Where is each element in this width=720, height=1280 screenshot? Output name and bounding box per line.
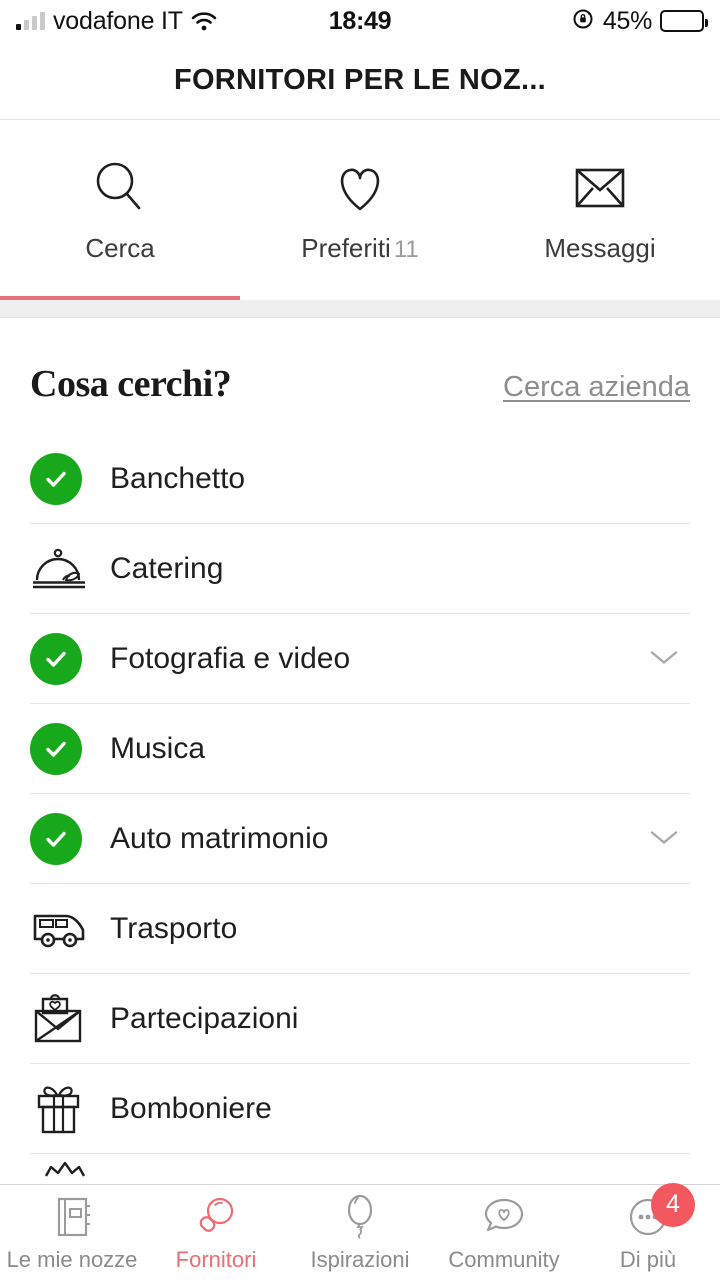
category-row-catering[interactable]: Catering [30, 524, 690, 614]
category-label: Catering [110, 551, 224, 585]
nav-item-community[interactable]: Community [432, 1185, 576, 1280]
tab-preferiti[interactable]: Preferiti 11 [240, 120, 480, 300]
category-label: Trasporto [110, 911, 238, 945]
app-root: vodafone IT 18:49 45% FORNITORI PER LE N… [0, 0, 720, 1280]
category-label: Musica [110, 731, 206, 765]
battery-percent-label: 45% [602, 6, 652, 35]
envelope-icon [571, 157, 629, 219]
status-bar-right: 45% [571, 6, 708, 36]
category-row-fotografia-e-video[interactable]: Fotografia e video [30, 614, 690, 704]
heart-icon [329, 157, 391, 219]
van-icon [30, 899, 102, 959]
gift-icon [30, 1079, 102, 1139]
status-bar: vodafone IT 18:49 45% [0, 0, 720, 42]
category-row-auto-matrimonio[interactable]: Auto matrimonio [30, 794, 690, 884]
nav-label: Ispirazioni [310, 1246, 410, 1272]
search-icon [89, 157, 151, 219]
nav-item-di-piu[interactable]: 4 Di più [576, 1182, 720, 1280]
nav-item-le-mie-nozze[interactable]: Le mie nozze [0, 1185, 144, 1280]
notebook-icon [50, 1193, 94, 1241]
section-title: Cosa cerchi? [30, 363, 232, 405]
nav-item-fornitori[interactable]: Fornitori [144, 1185, 288, 1280]
balloon-icon [340, 1193, 380, 1241]
page-title: FORNITORI PER LE NOZ... [173, 64, 547, 96]
rotation-lock-icon [571, 7, 595, 36]
category-label: Auto matrimonio [110, 821, 329, 855]
check-circle-icon [30, 809, 102, 869]
chevron-down-icon[interactable] [644, 824, 684, 853]
search-company-link[interactable]: Cerca azienda [503, 371, 690, 404]
search-icon [193, 1193, 239, 1241]
bottom-navigation: Le mie nozze Fornitori Ispirazioni Commu… [0, 1182, 720, 1280]
nav-label: Fornitori [175, 1246, 257, 1272]
battery-icon [660, 10, 708, 32]
crown-icon [38, 1156, 98, 1186]
category-row-partial[interactable] [30, 1154, 690, 1186]
check-circle-icon [30, 629, 102, 689]
category-row-musica[interactable]: Musica [30, 704, 690, 794]
tab-messaggi[interactable]: Messaggi [480, 120, 720, 300]
chevron-down-icon[interactable] [644, 644, 684, 673]
title-bar: FORNITORI PER LE NOZ... [0, 42, 720, 120]
tab-label: Cerca [85, 232, 155, 263]
section-header: Cosa cerchi? Cerca azienda [0, 318, 720, 434]
category-label: Partecipazioni [110, 1001, 299, 1035]
top-tab-bar: Cerca Preferiti 11 Messaggi [0, 120, 720, 300]
notification-badge: 4 [651, 1182, 695, 1227]
tab-count: 11 [393, 235, 419, 263]
category-row-partecipazioni[interactable]: Partecipazioni [30, 974, 690, 1064]
section-separator-band [0, 300, 720, 318]
active-tab-indicator [0, 296, 240, 300]
nav-label: Le mie nozze [6, 1246, 138, 1272]
nav-label: Di più [619, 1246, 677, 1272]
cloche-icon [30, 539, 102, 599]
category-row-banchetto[interactable]: Banchetto [30, 434, 690, 524]
category-list: Banchetto Catering Fotografia e video Mu… [0, 434, 720, 1186]
check-circle-icon [30, 719, 102, 779]
category-row-trasporto[interactable]: Trasporto [30, 884, 690, 974]
tab-label: Preferiti 11 [301, 232, 419, 263]
envelope-heart-icon [30, 989, 102, 1049]
tab-label: Messaggi [544, 232, 656, 263]
check-circle-icon [30, 449, 102, 509]
tab-cerca[interactable]: Cerca [0, 120, 240, 300]
more-dots-icon: 4 [625, 1182, 695, 1241]
nav-label: Community [448, 1246, 560, 1272]
nav-item-ispirazioni[interactable]: Ispirazioni [288, 1185, 432, 1280]
chat-heart-icon [481, 1193, 527, 1241]
category-row-bomboniere[interactable]: Bomboniere [30, 1064, 690, 1154]
category-label: Bomboniere [110, 1091, 272, 1125]
category-label: Fotografia e video [110, 641, 351, 675]
category-label: Banchetto [110, 461, 246, 495]
